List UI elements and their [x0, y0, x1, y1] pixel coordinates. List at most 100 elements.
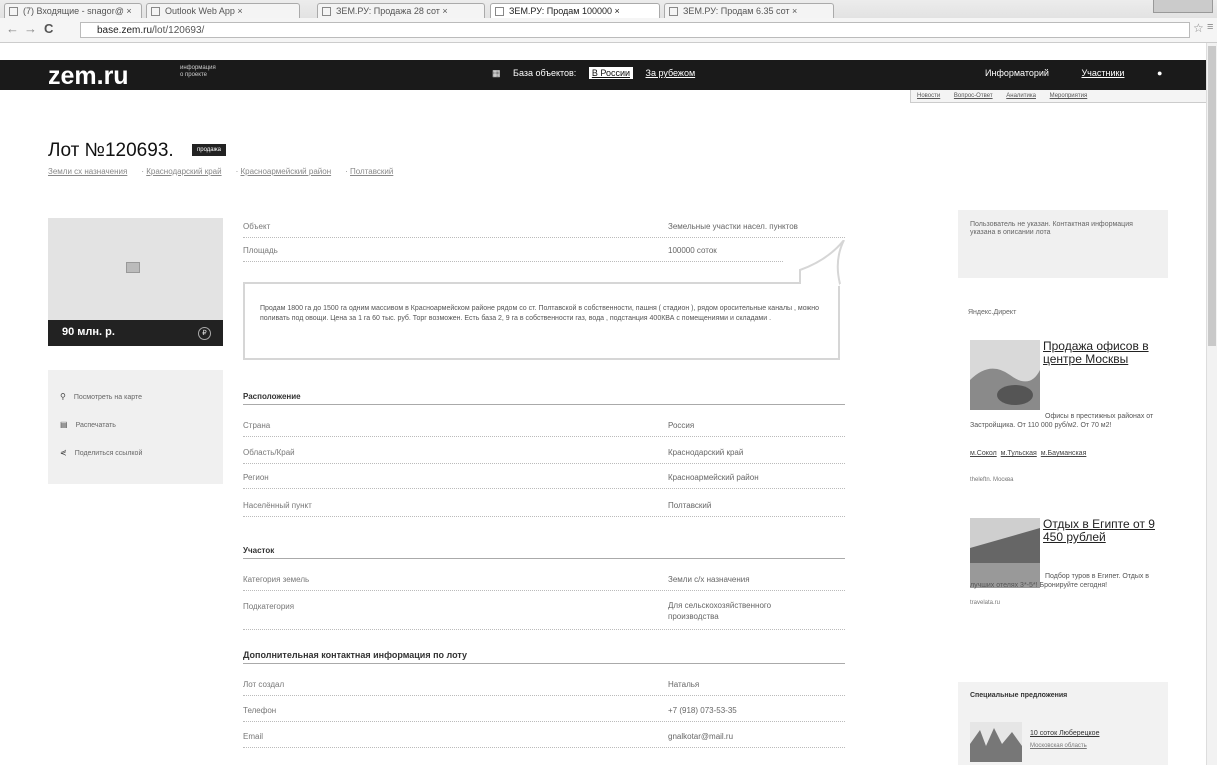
- special-offers-title: Специальные предложения: [970, 692, 1068, 699]
- row-divider: [243, 720, 845, 722]
- row-divider: [243, 746, 845, 748]
- special-offer-image[interactable]: [970, 722, 1022, 762]
- settlement-value: Полтавский: [668, 501, 712, 510]
- tab-favicon-icon: [495, 7, 504, 16]
- ad-title[interactable]: Продажа офисов в центре Москвы: [1043, 340, 1163, 366]
- speech-tail-icon: [799, 240, 845, 286]
- url-input[interactable]: base.zem.ru/lot/120693/: [80, 22, 1190, 38]
- tab-favicon-icon: [151, 7, 160, 16]
- ad-office-image[interactable]: [970, 340, 1040, 410]
- section-title-plot: Участок: [243, 546, 275, 555]
- nav-info[interactable]: Информаторий: [985, 68, 1049, 78]
- url-path: /lot/120693/: [152, 25, 205, 36]
- breadcrumb-item[interactable]: Красноармейский район: [240, 167, 331, 176]
- browser-tab-active[interactable]: ЗЕМ.РУ: Продам 100000 ×: [490, 3, 660, 18]
- db-label: База объектов:: [513, 68, 577, 78]
- special-offer-sub[interactable]: Московская область: [1030, 743, 1087, 749]
- nav-members[interactable]: Участники: [1081, 68, 1124, 78]
- row-divider: [243, 236, 845, 238]
- print-icon: ▤: [60, 420, 68, 429]
- site-logo[interactable]: zem.ru: [48, 62, 129, 91]
- db-grid-icon: ▦: [492, 68, 501, 78]
- show-on-map-link[interactable]: ⚲ Посмотреть на карте: [60, 392, 142, 401]
- district-label: Регион: [243, 473, 269, 482]
- browser-tab[interactable]: ЗЕМ.РУ: Продажа 28 сот ×: [317, 3, 485, 18]
- print-link[interactable]: ▤ Распечатать: [60, 420, 116, 429]
- share-link[interactable]: ⋞ Поделиться ссылкой: [60, 448, 142, 457]
- status-badge: продажа: [192, 144, 226, 156]
- row-divider: [243, 628, 845, 630]
- area-label: Площадь: [243, 246, 278, 255]
- breadcrumb-item[interactable]: Полтавский: [350, 167, 393, 176]
- area-value: 100000 соток: [668, 246, 717, 255]
- subcategory-value: Для сельскохозяйственного производства: [668, 601, 772, 621]
- object-value: Земельные участки насел. пунктов: [668, 222, 798, 231]
- browser-tab[interactable]: (7) Входящие - snagor@ ×: [4, 3, 142, 18]
- phone-value: +7 (918) 073-53-35: [668, 706, 737, 715]
- breadcrumb: Земли сх назначения · Краснодарский край ·…: [48, 167, 394, 176]
- section-divider: [243, 404, 845, 405]
- section-title-contacts: Дополнительная контактная информация по …: [243, 650, 468, 660]
- yandex-direct-label[interactable]: Яндекс.Директ: [968, 309, 1016, 316]
- settlement-label: Населённый пункт: [243, 501, 312, 510]
- object-label: Объект: [243, 222, 271, 231]
- user-nav: Информаторий Участники ●: [985, 68, 1162, 78]
- row-divider: [243, 487, 845, 489]
- price-value: 90 млн. р.: [62, 326, 115, 338]
- creator-value: Наталья: [668, 680, 700, 689]
- ad-text: Подбор туров в Египет. Отдых в лучших от…: [970, 573, 1150, 589]
- submenu-news[interactable]: Новости: [917, 93, 940, 99]
- main-nav: ▦ База объектов: В России За рубежом: [492, 67, 705, 79]
- creator-label: Лот создал: [243, 680, 285, 689]
- row-divider: [243, 589, 845, 591]
- browser-tab-bar: (7) Входящие - snagor@ × Outlook Web App…: [0, 0, 1217, 19]
- back-icon[interactable]: ←: [6, 21, 19, 36]
- user-icon[interactable]: ●: [1157, 68, 1162, 78]
- tab-favicon-icon: [322, 7, 331, 16]
- ad-text: Офисы в престижных районах от Застройщик…: [970, 413, 1154, 429]
- contact-note: Пользователь не указан. Контактная инфор…: [970, 221, 1133, 236]
- ad-metro-links[interactable]: м.Сокол м.Тульская м.Бауманская: [970, 449, 1090, 458]
- land-category-label: Категория земель: [243, 575, 310, 584]
- browser-tab[interactable]: Outlook Web App ×: [146, 3, 300, 18]
- breadcrumb-item[interactable]: Земли сх назначения: [48, 167, 127, 176]
- tab-favicon-icon: [669, 7, 678, 16]
- section-divider: [243, 663, 845, 664]
- ad-domain: theleftn. Москва: [970, 477, 1014, 483]
- row-divider: [243, 260, 783, 262]
- submenu-qa[interactable]: Вопрос-Ответ: [954, 93, 993, 99]
- reload-icon[interactable]: C: [44, 21, 53, 36]
- special-offer-link[interactable]: 10 соток Люберецкое: [1030, 730, 1099, 737]
- url-domain: base.zem.ru: [97, 25, 153, 36]
- submenu-analytics[interactable]: Аналитика: [1006, 93, 1036, 99]
- region-label: Область/Край: [243, 448, 295, 457]
- breadcrumb-item[interactable]: Краснодарский край: [146, 167, 221, 176]
- scrollbar-thumb[interactable]: [1208, 46, 1216, 346]
- ad-title[interactable]: Отдых в Египте от 9 450 рублей: [1043, 518, 1168, 544]
- nav-abroad[interactable]: За рубежом: [646, 68, 696, 78]
- email-value[interactable]: gnalkotar@mail.ru: [668, 732, 733, 741]
- row-divider: [243, 694, 845, 696]
- menu-icon[interactable]: ≡: [1207, 21, 1213, 33]
- forward-icon[interactable]: →: [24, 21, 37, 36]
- star-icon[interactable]: ☆: [1193, 21, 1204, 35]
- country-label: Страна: [243, 421, 271, 430]
- region-value: Краснодарский край: [668, 448, 744, 457]
- section-title-location: Расположение: [243, 392, 301, 401]
- pin-icon: ⚲: [60, 392, 66, 401]
- sub-menu: Новости Вопрос-Ответ Аналитика Мероприят…: [910, 90, 1212, 103]
- country-value: Россия: [668, 421, 695, 430]
- tab-favicon-icon: [9, 7, 18, 16]
- district-value: Красноармейский район: [668, 473, 759, 482]
- submenu-events[interactable]: Мероприятия: [1050, 93, 1088, 99]
- nav-russia[interactable]: В России: [588, 67, 633, 79]
- row-divider: [243, 435, 845, 437]
- subcategory-label: Подкатегория: [243, 602, 295, 611]
- browser-tab[interactable]: ЗЕМ.РУ: Продам 6.35 сот ×: [664, 3, 834, 18]
- currency-icon[interactable]: ₽: [198, 327, 211, 340]
- land-category-value: Земли с/х назначения: [668, 575, 750, 584]
- row-divider: [243, 462, 845, 464]
- description-text: Продам 1800 га до 1500 га одним массивом…: [260, 305, 819, 322]
- about-link[interactable]: информация о проекте: [180, 65, 216, 79]
- window-controls[interactable]: [1153, 0, 1213, 13]
